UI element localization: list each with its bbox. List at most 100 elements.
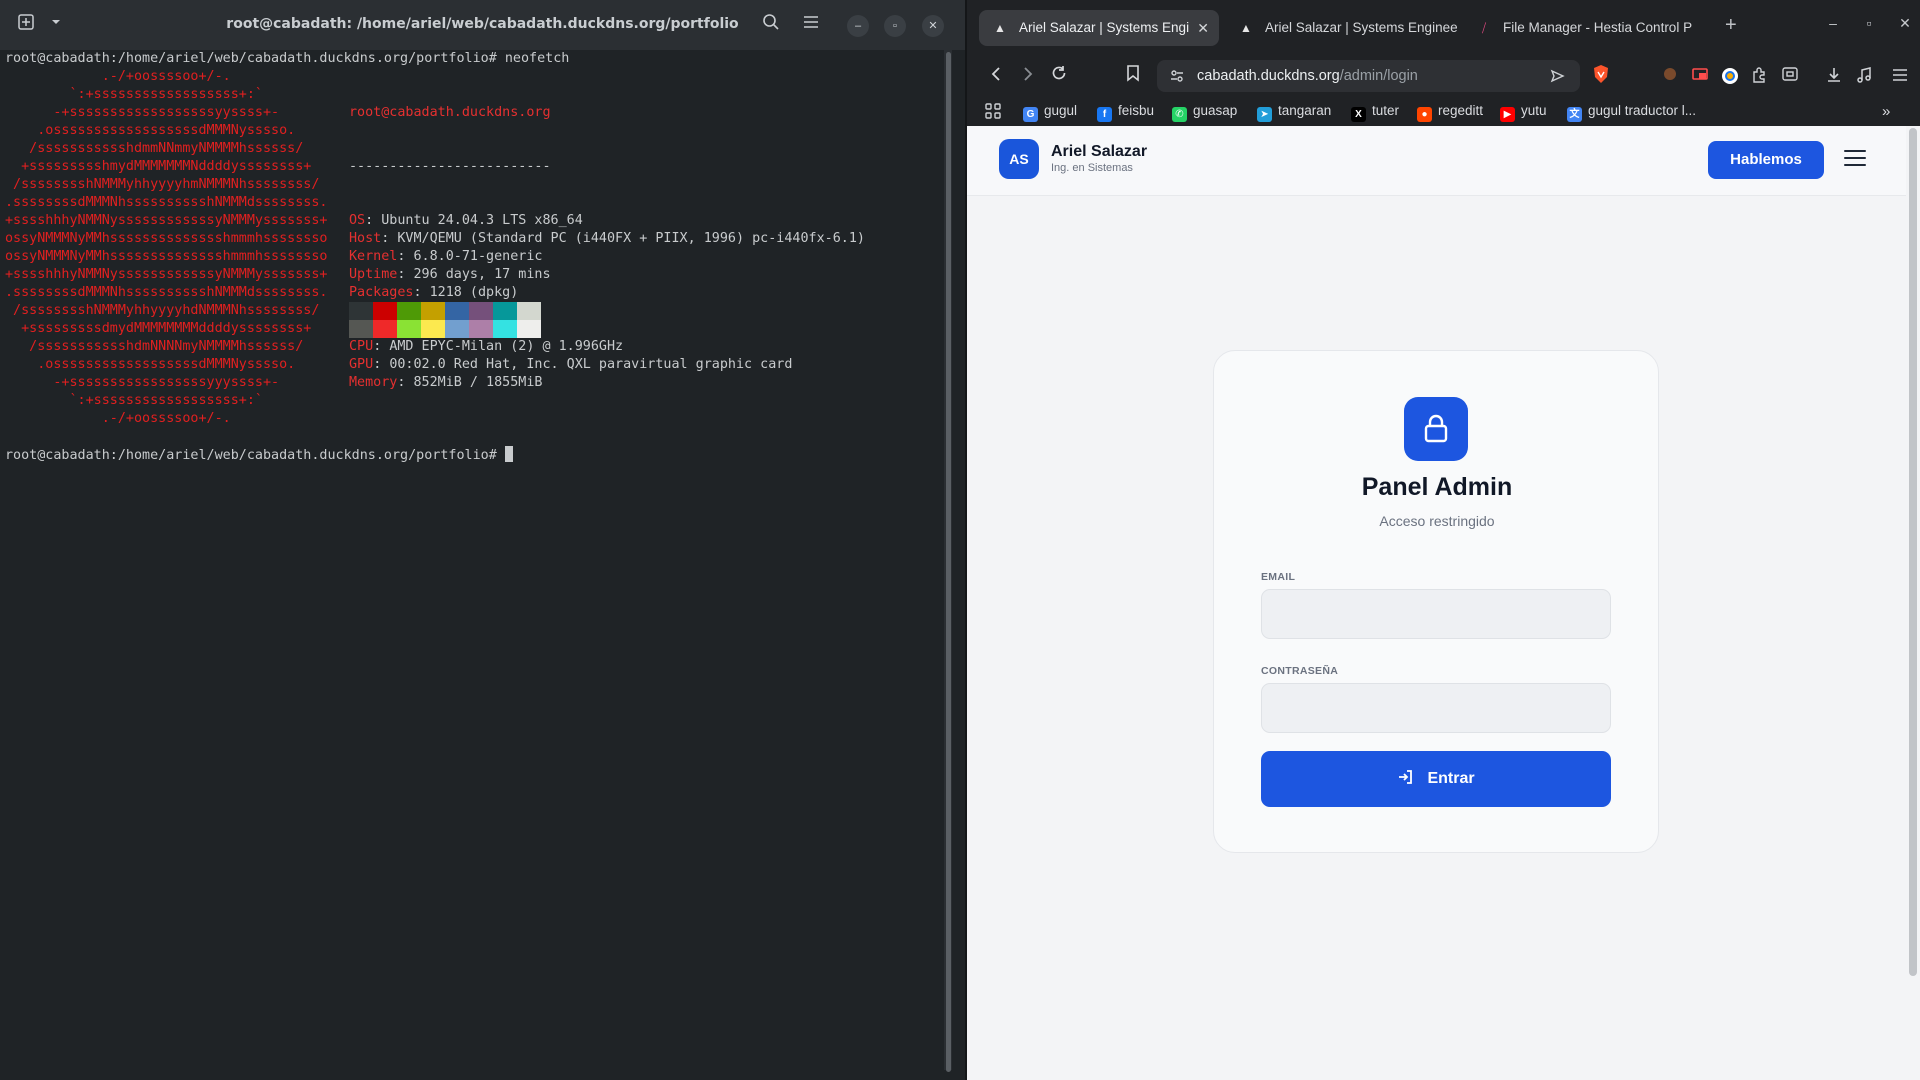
bookmark-label: tangaran <box>1278 103 1332 118</box>
close-icon[interactable]: ✕ <box>922 15 944 37</box>
close-icon[interactable]: ✕ <box>1895 15 1915 32</box>
extensions-puzzle-icon[interactable] <box>1750 66 1770 86</box>
info-row: GPU: 00:02.0 Red Hat, Inc. QXL paravirtu… <box>349 357 793 372</box>
palette-swatch <box>373 302 397 320</box>
bookmark-label: tuter <box>1372 103 1400 118</box>
info-row: Uptime: 296 days, 17 mins <box>349 267 551 282</box>
login-card: Panel Admin Acceso restringido EMAIL CON… <box>1213 350 1659 853</box>
info-key: Memory <box>349 375 398 390</box>
bookmark-label: gugul traductor l... <box>1588 103 1697 118</box>
password-field[interactable] <box>1261 683 1611 733</box>
url-text[interactable]: cabadath.duckdns.org/admin/login <box>1197 68 1418 84</box>
tab-file-manager[interactable]: ⧸ File Manager - Hestia Control P <box>1463 10 1703 46</box>
palette-swatch <box>397 302 421 320</box>
bookmark-label: gugul <box>1044 103 1078 118</box>
extension-circle-icon[interactable] <box>1720 66 1740 86</box>
logo-line: /ssssssssssshdmNNNNmyNMMMMhssssss/ <box>5 339 304 354</box>
apps-grid-icon[interactable] <box>984 102 1002 123</box>
tab-portfolio-1[interactable]: ▲ Ariel Salazar | Systems Engi ✕ <box>979 10 1219 46</box>
palette-swatch <box>421 320 445 338</box>
reload-icon[interactable] <box>1047 64 1071 88</box>
hamburger-menu-icon[interactable] <box>799 13 823 37</box>
info-value: 00:02.0 Red Hat, Inc. QXL paravirtual gr… <box>389 357 793 372</box>
info-value: AMD EPYC-Milan (2) @ 1.996GHz <box>389 339 624 354</box>
info-key: Packages <box>349 285 414 300</box>
site-settings-icon[interactable] <box>1169 68 1185 89</box>
bookmark-favicon-icon: X <box>1351 107 1366 122</box>
bookmark-gugul[interactable]: 文 gugul traductor l... <box>1567 103 1696 122</box>
logo-line: ossyNMMMNyMMhsssssssssssssshmmmhssssssso <box>5 231 328 246</box>
brave-shields-icon[interactable] <box>1589 64 1613 88</box>
site-subtitle: Ing. en Sistemas <box>1051 162 1133 174</box>
bookmark-label: yutu <box>1521 103 1547 118</box>
search-icon[interactable] <box>759 13 783 37</box>
bookmark-icon[interactable] <box>1121 64 1145 88</box>
password-label: CONTRASEÑA <box>1261 665 1339 677</box>
bookmark-label: guasap <box>1193 103 1238 118</box>
palette-swatch <box>493 302 517 320</box>
page-scrollbar-thumb[interactable] <box>1909 128 1917 976</box>
logo-line: -+sssssssssssssssssyyyssss+- <box>5 375 280 390</box>
prompt: root@cabadath:/home/ariel/web/cabadath.d… <box>5 51 497 66</box>
tab-label: Ariel Salazar | Systems Engi <box>1019 20 1190 35</box>
info-value: 296 days, 17 mins <box>413 267 551 282</box>
extension-cast-icon[interactable] <box>1690 66 1710 86</box>
palette-swatch <box>445 320 469 338</box>
separator: ------------------------- <box>349 159 551 174</box>
forward-icon[interactable] <box>1015 64 1039 88</box>
info-value: Ubuntu 24.04.3 LTS x86_64 <box>381 213 583 228</box>
maximize-icon[interactable]: ▫ <box>1859 15 1879 31</box>
more-bookmarks-icon[interactable]: » <box>1882 103 1890 120</box>
browser-menu-icon[interactable] <box>1890 66 1910 86</box>
bookmark-yutu[interactable]: ▶ yutu <box>1500 103 1547 122</box>
contact-button[interactable]: Hablemos <box>1708 141 1824 179</box>
site-name[interactable]: Ariel Salazar <box>1051 143 1147 161</box>
bookmark-label: feisbu <box>1118 103 1155 118</box>
tab-label: File Manager - Hestia Control P <box>1503 20 1693 35</box>
bookmark-feisbu[interactable]: f feisbu <box>1097 103 1154 122</box>
terminal-output[interactable]: root@cabadath:/home/ariel/web/cabadath.d… <box>0 50 950 1080</box>
media-icon[interactable] <box>1854 66 1874 86</box>
browser-window[interactable]: ▲ Ariel Salazar | Systems Engi ✕ ▲ Ariel… <box>967 0 1920 1080</box>
command: neofetch <box>504 51 570 66</box>
terminal-titlebar: root@cabadath: /home/ariel/web/cabadath.… <box>0 0 965 50</box>
login-submit-label: Entrar <box>1427 770 1475 787</box>
info-key: GPU <box>349 357 374 372</box>
bookmark-regeditt[interactable]: ● regeditt <box>1417 103 1483 122</box>
share-icon[interactable] <box>1549 68 1565 89</box>
extension-cookie-icon[interactable] <box>1660 66 1680 86</box>
user-host: root@cabadath.duckdns.org <box>349 105 551 120</box>
info-key: CPU <box>349 339 374 354</box>
triangle-icon: ▲ <box>1240 21 1252 35</box>
hestia-icon: ⧸ <box>1481 21 1487 35</box>
bookmark-gugul[interactable]: Ggugul <box>1023 103 1077 122</box>
tab-portfolio-2[interactable]: ▲ Ariel Salazar | Systems Enginee <box>1225 10 1457 46</box>
new-tab-button[interactable]: + <box>1725 14 1737 37</box>
avatar[interactable]: AS <box>999 139 1039 179</box>
bookmark-tangaran[interactable]: ➤ tangaran <box>1257 103 1331 122</box>
download-icon[interactable] <box>1824 66 1844 86</box>
cursor <box>504 446 513 462</box>
minimize-icon[interactable]: – <box>847 15 869 37</box>
logo-line: /sssssssshNMMMyhhyyyyhmNMMMNhssssssss/ <box>5 177 320 192</box>
logo-line: +sssshhhyNMMNyssssssssssssyNMMMysssssss+ <box>5 213 328 228</box>
wallet-icon[interactable] <box>1780 66 1800 86</box>
terminal-window[interactable]: root@cabadath: /home/ariel/web/cabadath.… <box>0 0 965 1080</box>
close-icon[interactable]: ✕ <box>1197 10 1209 46</box>
bookmark-favicon-icon: ➤ <box>1257 107 1272 122</box>
bookmark-guasap[interactable]: ✆ guasap <box>1172 103 1237 122</box>
terminal-scrollbar-thumb[interactable] <box>946 52 951 1072</box>
address-bar[interactable]: cabadath.duckdns.org/admin/login <box>1157 60 1580 92</box>
maximize-icon[interactable]: ▫ <box>884 15 906 37</box>
login-submit-button[interactable]: Entrar <box>1261 751 1611 807</box>
hamburger-menu-icon[interactable] <box>1844 150 1866 168</box>
sign-in-icon <box>1399 770 1413 784</box>
bookmark-tuter[interactable]: Xtuter <box>1351 103 1399 122</box>
email-field[interactable] <box>1261 589 1611 639</box>
back-icon[interactable] <box>985 64 1009 88</box>
bookmark-favicon-icon: ● <box>1417 107 1432 122</box>
info-key: Kernel <box>349 249 398 264</box>
system-info: root@cabadath.duckdns.org --------------… <box>349 68 865 390</box>
minimize-icon[interactable]: – <box>1823 15 1843 31</box>
triangle-icon: ▲ <box>994 21 1006 35</box>
